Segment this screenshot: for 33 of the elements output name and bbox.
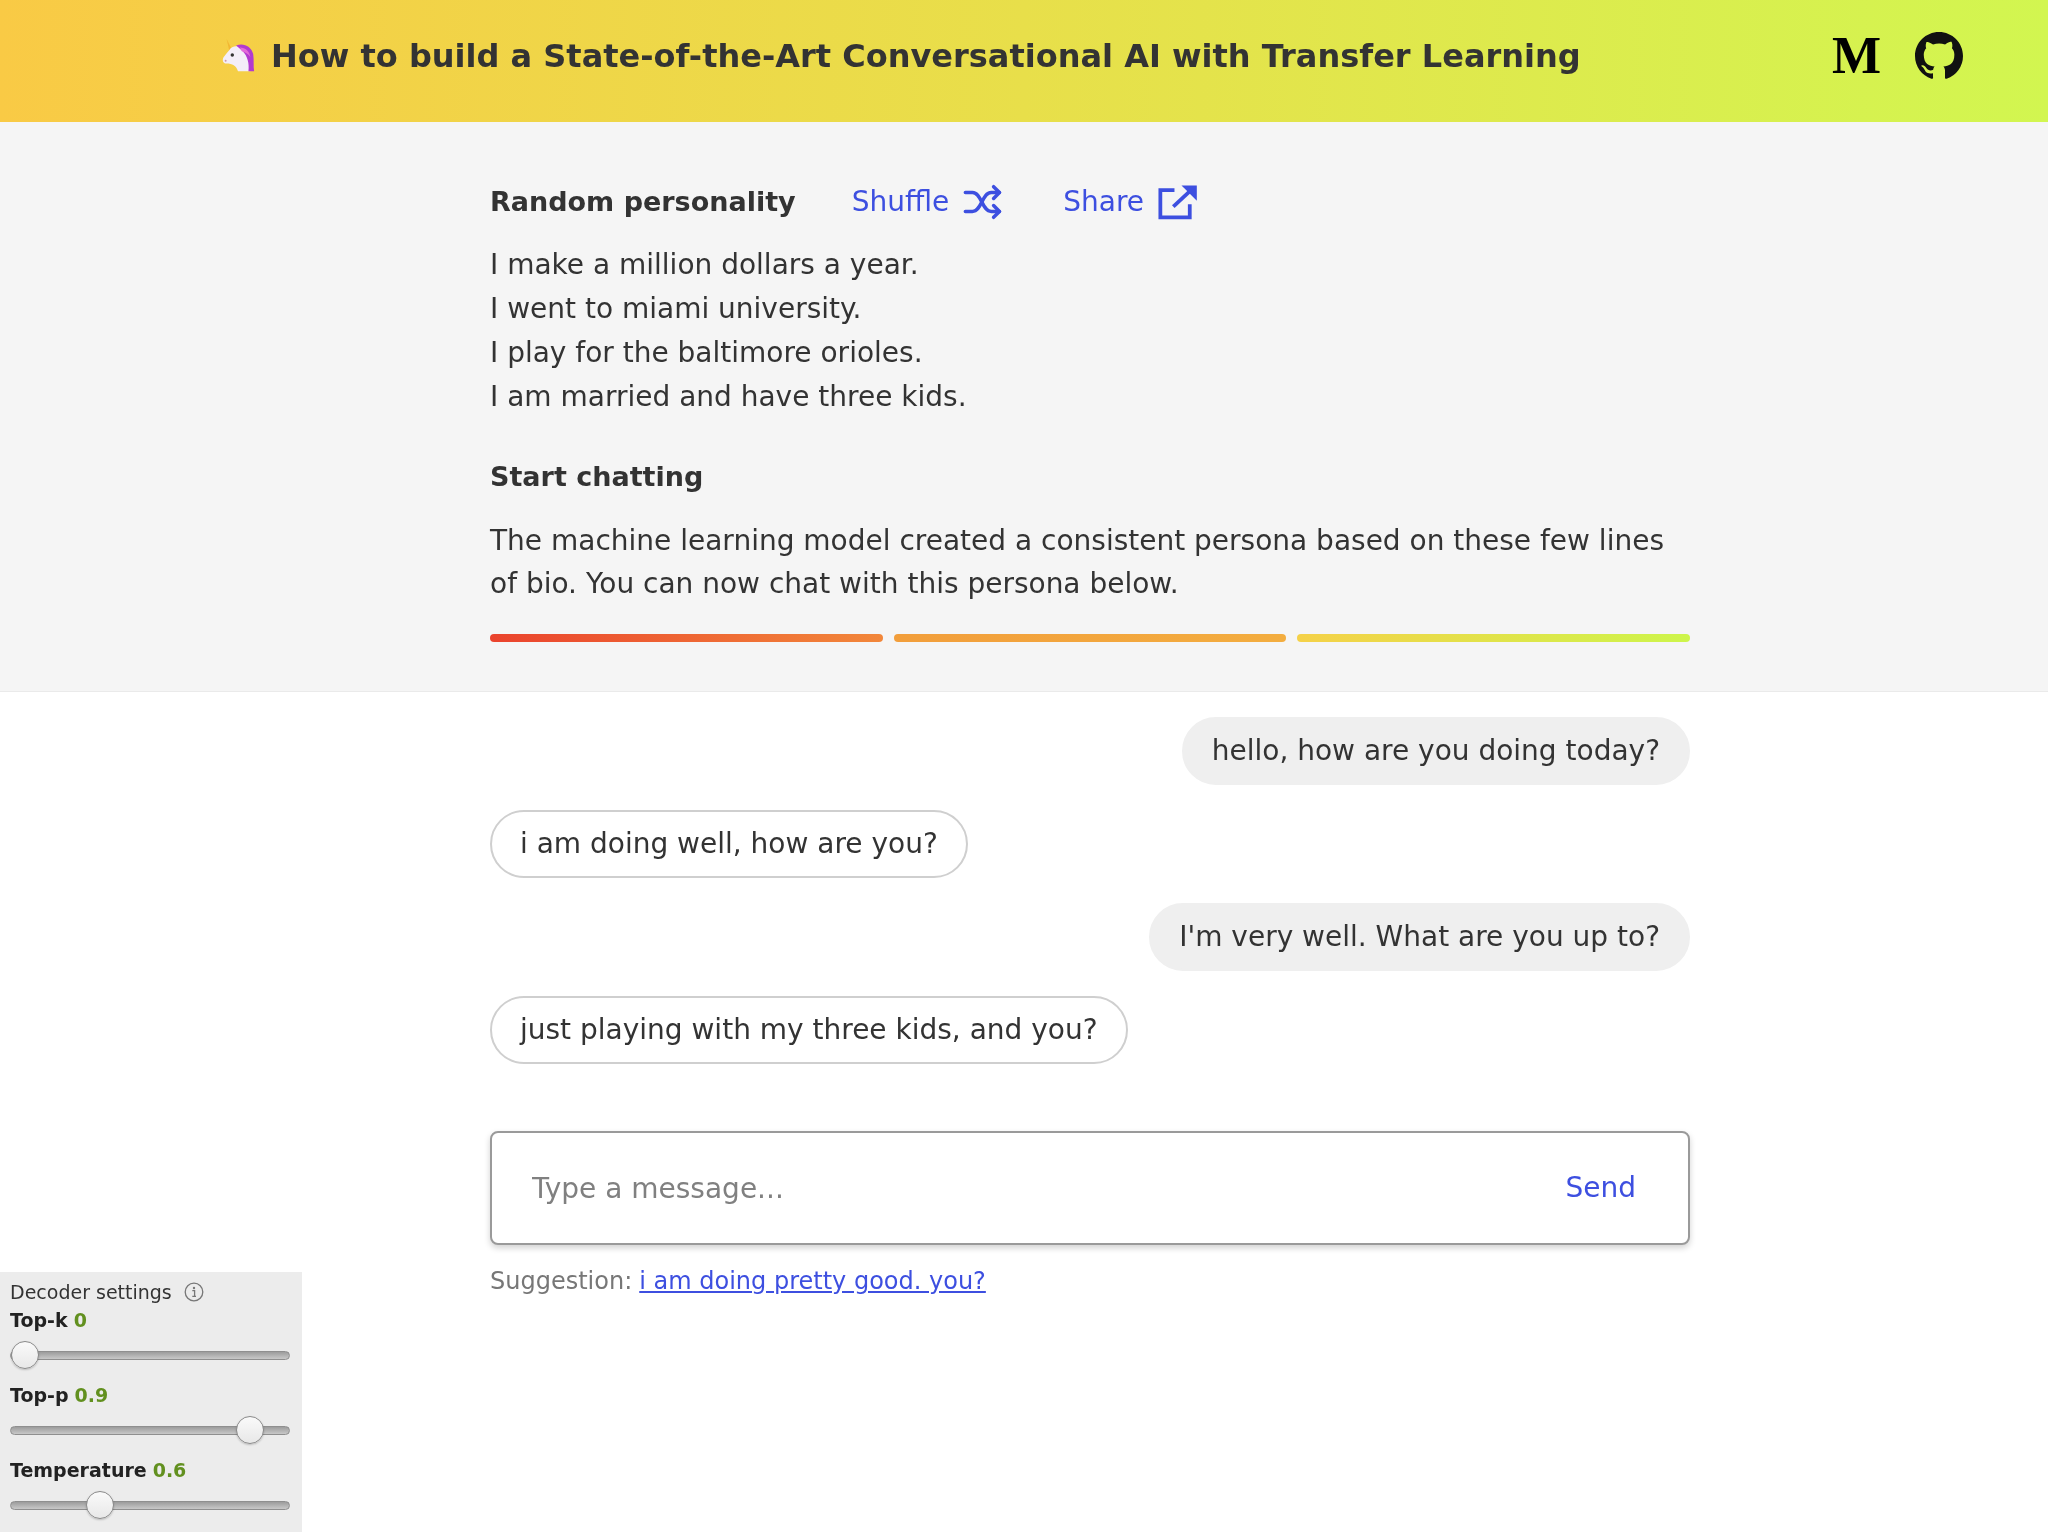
info-icon[interactable] — [183, 1282, 204, 1302]
panel-title: Decoder settings — [10, 1280, 172, 1304]
persona-line: I make a million dollars a year. — [490, 247, 920, 283]
section-heading: Start chatting — [490, 460, 705, 494]
share-icon — [1158, 184, 1199, 220]
slider-label: Top-p — [10, 1383, 69, 1408]
slider-thumb[interactable] — [236, 1416, 264, 1444]
suggestion-label: Suggestion: — [490, 1266, 633, 1297]
send-button[interactable]: Send — [1565, 1168, 1636, 1208]
user-message-bubble: hello, how are you doing today? — [1181, 717, 1690, 785]
shuffle-icon — [963, 184, 1004, 220]
persona-line: I went to miami university. — [490, 291, 863, 327]
slider-value: 0 — [73, 1308, 87, 1333]
persona-line: I play for the baltimore orioles. — [490, 335, 924, 371]
slider-label: Top-k — [10, 1308, 68, 1333]
github-icon[interactable] — [1915, 32, 1963, 80]
message-field[interactable]: Type a message... Send — [490, 1131, 1690, 1245]
bot-message-bubble: just playing with my three kids, and you? — [490, 996, 1128, 1064]
slider-thumb[interactable] — [86, 1491, 114, 1519]
share-link[interactable]: Share — [1063, 180, 1199, 224]
bot-message-bubble: i am doing well, how are you? — [490, 810, 968, 878]
logo-link[interactable]: M — [1831, 28, 1881, 84]
page-title: How to build a State-of-the-Art Conversational AI with Transfer Learning — [271, 36, 1581, 77]
user-message-bubble: I'm very well. What are you up to? — [1149, 903, 1690, 971]
intro-paragraph: The machine learning model created a consistent persona based on these few lines of bio. You can now chat with this persona below. — [490, 523, 1665, 602]
slider-value: 0.6 — [152, 1458, 187, 1483]
persona-line: I am married and have three kids. — [490, 379, 968, 415]
suggestion-link[interactable]: i am doing pretty good. you? — [639, 1263, 986, 1299]
slider-label: Temperature — [10, 1458, 147, 1483]
shuffle-link[interactable]: Shuffle — [851, 180, 1004, 224]
slider-thumb[interactable] — [11, 1341, 39, 1369]
section-heading: Random personality — [490, 185, 796, 219]
slider-value: 0.9 — [74, 1383, 109, 1408]
